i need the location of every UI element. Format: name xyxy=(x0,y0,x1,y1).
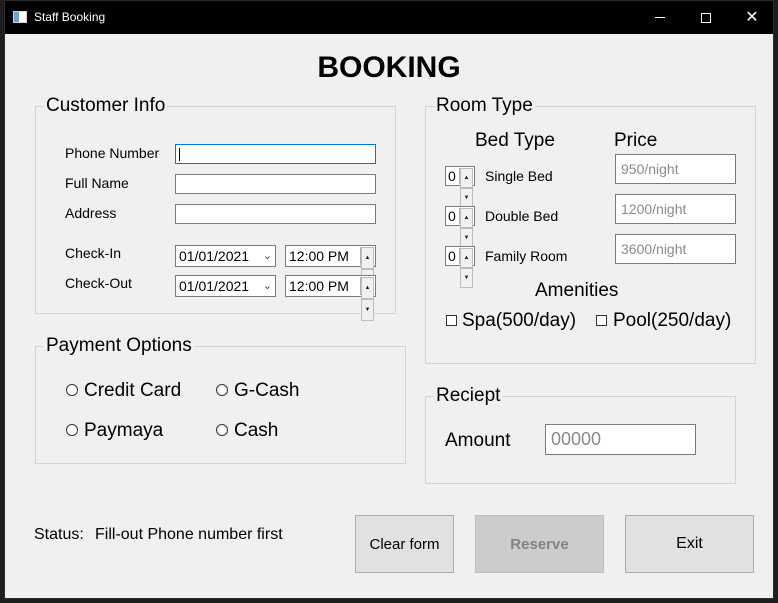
address-label: Address xyxy=(65,205,117,221)
family-room-label: Family Room xyxy=(485,248,568,264)
page-title: BOOKING xyxy=(317,51,461,84)
receipt-group: Reciept Amount 00000 xyxy=(425,385,736,484)
pool-checkbox[interactable] xyxy=(596,315,607,326)
room-type-title: Room Type xyxy=(434,95,535,117)
reserve-button[interactable]: Reserve xyxy=(475,515,604,573)
receipt-title: Reciept xyxy=(434,385,503,407)
spa-label[interactable]: Spa(500/day) xyxy=(462,310,576,332)
pool-label[interactable]: Pool(250/day) xyxy=(613,310,731,332)
check-out-time-picker[interactable]: 12:00 PM ▲ ▼ xyxy=(285,275,376,321)
title-bar[interactable]: Staff Booking ✕ xyxy=(5,1,773,34)
window-title: Staff Booking xyxy=(34,10,106,24)
single-bed-label: Single Bed xyxy=(485,168,553,184)
exit-button[interactable]: Exit xyxy=(625,515,754,573)
family-room-count-spinner[interactable]: 0 ▲ ▼ xyxy=(445,246,475,288)
check-in-label: Check-In xyxy=(65,245,122,261)
spin-arrows-icon[interactable]: ▲▼ xyxy=(360,277,374,321)
paymaya-label[interactable]: Paymaya xyxy=(84,420,163,442)
phone-number-field[interactable] xyxy=(175,144,376,164)
bed-type-header: Bed Type xyxy=(475,130,555,151)
spin-arrows-icon[interactable]: ▲▼ xyxy=(459,168,473,208)
single-bed-price-field[interactable]: 950/night xyxy=(615,154,736,184)
check-out-label: Check-Out xyxy=(65,275,132,291)
credit-card-radio[interactable] xyxy=(66,384,78,396)
double-bed-count: 0 xyxy=(448,208,456,224)
check-in-date-value: 01/01/2021 xyxy=(179,248,250,264)
maximize-icon xyxy=(701,12,711,23)
family-room-count: 0 xyxy=(448,248,456,264)
gcash-radio[interactable] xyxy=(216,384,228,396)
spa-checkbox[interactable] xyxy=(446,315,457,326)
chevron-down-icon[interactable]: ⌄ xyxy=(263,246,272,266)
check-in-time-value: 12:00 PM xyxy=(289,248,349,264)
status-label: Status: xyxy=(34,526,84,543)
cash-radio[interactable] xyxy=(216,424,228,436)
double-bed-price-field[interactable]: 1200/night xyxy=(615,194,736,224)
customer-info-title: Customer Info xyxy=(44,95,168,117)
credit-card-label[interactable]: Credit Card xyxy=(84,380,181,402)
minimize-icon xyxy=(655,17,665,18)
chevron-down-icon[interactable]: ⌄ xyxy=(263,276,272,296)
amenities-header: Amenities xyxy=(535,280,619,301)
gcash-label[interactable]: G-Cash xyxy=(234,380,299,402)
double-bed-count-spinner[interactable]: 0 ▲ ▼ xyxy=(445,206,475,248)
payment-options-group: Payment Options Credit Card G-Cash Payma… xyxy=(35,335,406,464)
check-out-time-value: 12:00 PM xyxy=(289,278,349,294)
spin-arrows-icon[interactable]: ▲▼ xyxy=(360,247,374,291)
close-icon: ✕ xyxy=(745,8,759,26)
check-out-date-picker[interactable]: 01/01/2021 ⌄ xyxy=(175,275,276,297)
amount-label: Amount xyxy=(445,430,511,451)
minimize-button[interactable] xyxy=(637,1,683,34)
single-bed-count: 0 xyxy=(448,168,456,184)
single-bed-count-spinner[interactable]: 0 ▲ ▼ xyxy=(445,166,475,208)
full-name-field[interactable] xyxy=(175,174,376,194)
amount-field[interactable]: 00000 xyxy=(545,424,696,455)
close-button[interactable]: ✕ xyxy=(729,1,775,34)
maximize-button[interactable] xyxy=(683,1,729,34)
family-room-price-field[interactable]: 3600/night xyxy=(615,234,736,264)
room-type-group: Room Type Bed Type Price 0 ▲ ▼ Single Bed… xyxy=(425,95,756,364)
paymaya-radio[interactable] xyxy=(66,424,78,436)
address-field[interactable] xyxy=(175,204,376,224)
text-caret xyxy=(179,148,180,161)
cash-label[interactable]: Cash xyxy=(234,420,278,442)
double-bed-label: Double Bed xyxy=(485,208,559,224)
full-name-label: Full Name xyxy=(65,175,129,191)
check-in-date-picker[interactable]: 01/01/2021 ⌄ xyxy=(175,245,276,267)
price-header: Price xyxy=(614,130,658,151)
clear-form-button[interactable]: Clear form xyxy=(355,515,454,573)
status-message: Fill-out Phone number first xyxy=(95,526,283,543)
payment-options-title: Payment Options xyxy=(44,335,194,357)
customer-info-group: Customer Info Phone Number Full Name Add… xyxy=(35,95,396,321)
app-icon xyxy=(13,11,27,23)
phone-number-label: Phone Number xyxy=(65,145,160,161)
spin-arrows-icon[interactable]: ▲▼ xyxy=(459,248,473,288)
spin-arrows-icon[interactable]: ▲▼ xyxy=(459,208,473,248)
check-in-time-picker[interactable]: 12:00 PM ▲▼ xyxy=(285,245,376,291)
check-out-date-value: 01/01/2021 xyxy=(179,278,250,294)
staff-booking-window: Staff Booking ✕ BOOKING Customer Info Ph… xyxy=(4,0,774,599)
